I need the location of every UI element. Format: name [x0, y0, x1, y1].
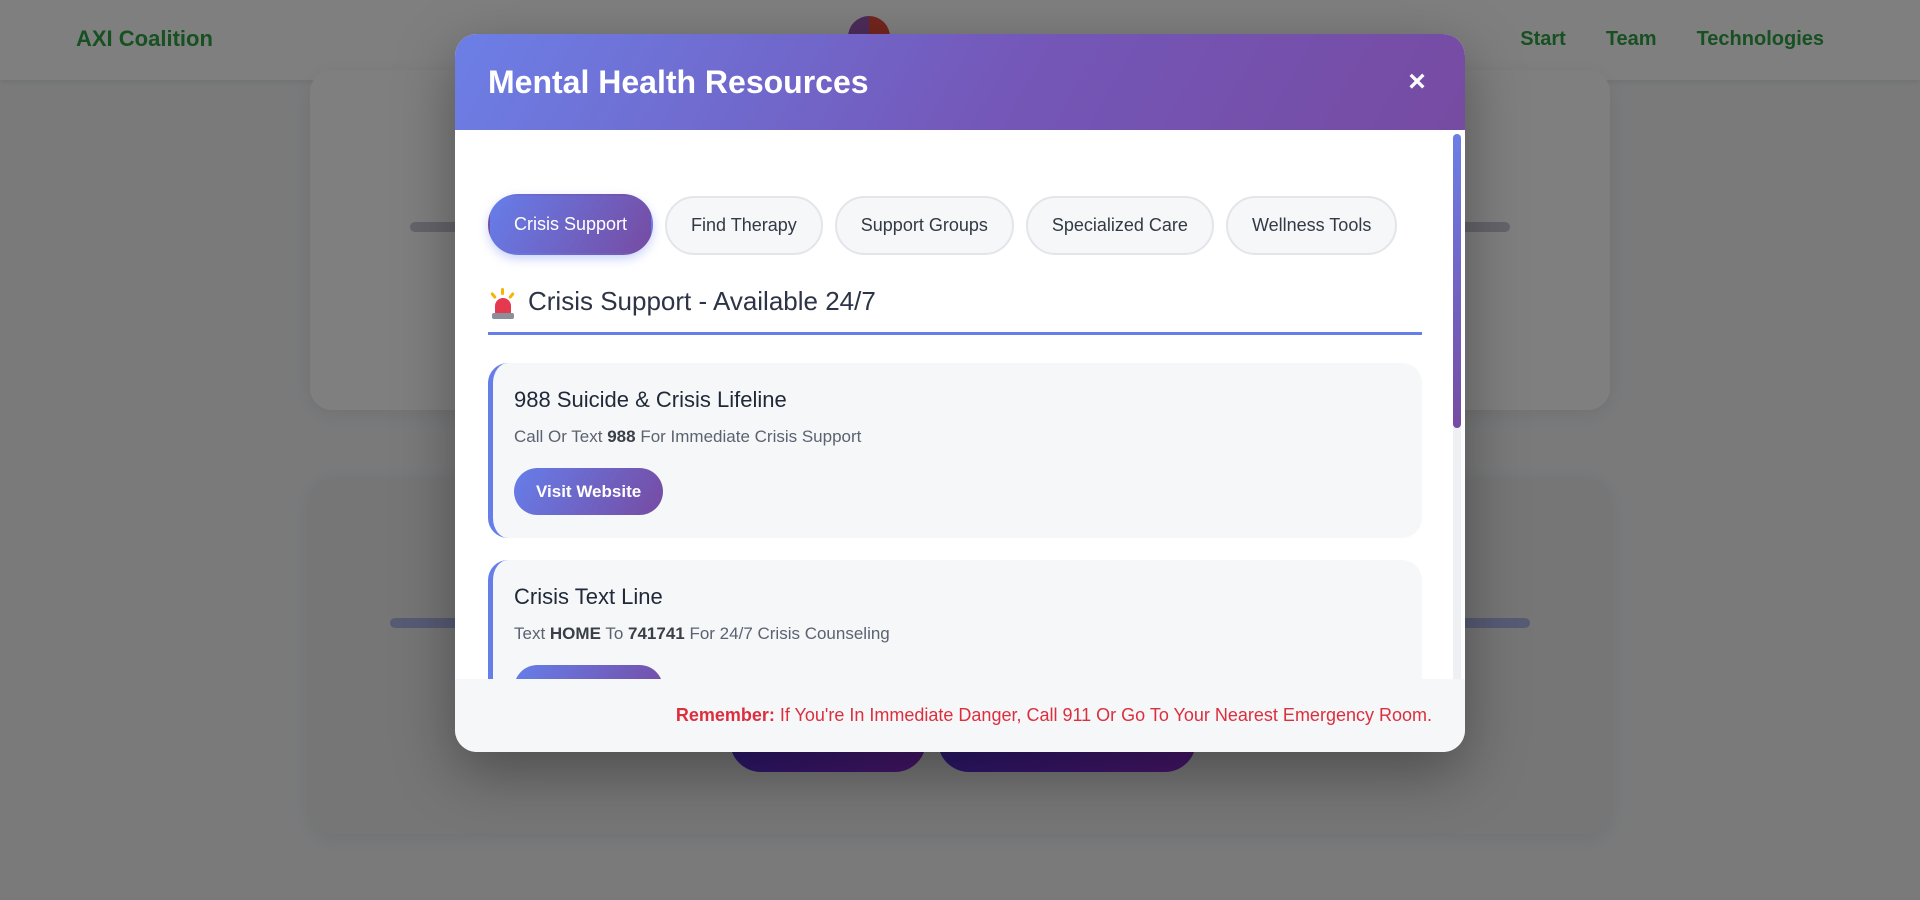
modal-body[interactable]: Crisis Support Find Therapy Support Grou… [455, 130, 1465, 712]
siren-icon [488, 288, 518, 320]
tab-wellness-tools[interactable]: Wellness Tools [1225, 196, 1398, 255]
modal-scrollbar[interactable] [1453, 134, 1461, 702]
resource-description: Call Or Text 988 For Immediate Crisis Su… [514, 427, 862, 446]
tab-specialized-care[interactable]: Specialized Care [1025, 196, 1214, 255]
resource-title: 988 Suicide & Crisis Lifeline [514, 387, 787, 412]
modal-header: Mental Health Resources × [455, 34, 1465, 130]
section-heading: Crisis Support - Available 24/7 [488, 286, 1422, 335]
scrollbar-thumb[interactable] [1453, 134, 1461, 428]
section-title: Crisis Support - Available 24/7 [528, 286, 876, 316]
close-icon[interactable]: × [1399, 64, 1435, 100]
emergency-note: Remember: If You're In Immediate Danger,… [675, 705, 1432, 725]
tab-support-groups[interactable]: Support Groups [834, 196, 1014, 255]
resource-title: Crisis Text Line [514, 584, 663, 609]
tab-find-therapy[interactable]: Find Therapy [665, 196, 823, 255]
modal-title: Mental Health Resources [488, 64, 869, 100]
modal-footer: Remember: If You're In Immediate Danger,… [455, 679, 1465, 752]
resource-tabs: Crisis Support Find Therapy Support Grou… [488, 194, 1398, 255]
resource-description: Text HOME To 741741 For 24/7 Crisis Coun… [514, 624, 890, 643]
tab-crisis-support[interactable]: Crisis Support [488, 194, 654, 255]
visit-website-button[interactable]: Visit Website [514, 468, 664, 515]
resources-modal: Mental Health Resources × Crisis Support… [455, 34, 1465, 752]
resource-card: 988 Suicide & Crisis Lifeline Call Or Te… [488, 363, 1422, 538]
